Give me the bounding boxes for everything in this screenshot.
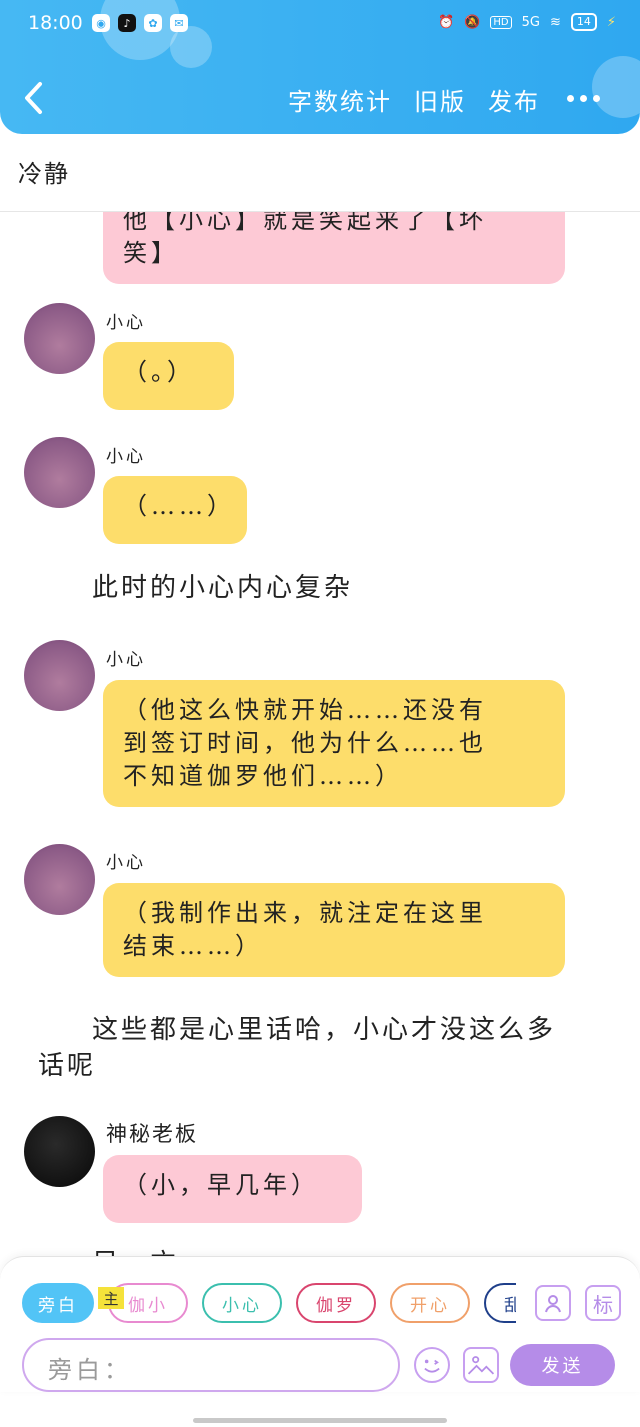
sender-name: 小心 [106, 853, 146, 873]
sender-name: 小心 [106, 313, 146, 333]
role-chip[interactable]: 小心 [202, 1283, 282, 1323]
avatar[interactable] [24, 303, 95, 374]
mail-icon: ✉ [170, 14, 188, 32]
main-role-tag: 主 [98, 1287, 124, 1309]
decor-bubble [592, 56, 640, 118]
avatar[interactable] [24, 437, 95, 508]
message-bubble[interactable]: （。） [103, 342, 234, 410]
message-bubble[interactable]: （我制作出来，就注定在这里 结束……） [103, 883, 565, 977]
narration-text[interactable]: 此时的小心内心复杂 [92, 570, 353, 606]
role-chip[interactable]: 乱 [484, 1283, 516, 1323]
story-title[interactable]: 冷静 [18, 154, 70, 189]
image-icon[interactable] [463, 1347, 499, 1383]
alarm-icon: ⏰ [437, 14, 455, 30]
tiktok-icon: ♪ [118, 14, 136, 32]
message-bubble[interactable]: （他这么快就开始……还没有 到签订时间，他为什么……也 不知道伽罗他们……） [103, 680, 565, 807]
back-icon[interactable] [22, 80, 46, 116]
status-bar: 18:00 ◉ ♪ ✿ ✉ ⏰ 🔕 HD 5G ≋ 14 ⚡ [0, 0, 640, 48]
title-row [0, 134, 640, 212]
mark-button[interactable]: 标 [585, 1285, 621, 1321]
message-bubble[interactable]: 他【小心】就是笑起来了【坏 笑】 [103, 212, 565, 284]
app-header: 18:00 ◉ ♪ ✿ ✉ ⏰ 🔕 HD 5G ≋ 14 ⚡ 字数统计 旧版 发… [0, 0, 640, 134]
word-count-button[interactable]: 字数统计 [288, 82, 392, 117]
avatar[interactable] [24, 1116, 95, 1187]
user-card-icon[interactable] [535, 1285, 571, 1321]
avatar[interactable] [24, 844, 95, 915]
battery-indicator: 14 [570, 13, 597, 31]
sender-name: 小心 [106, 447, 146, 467]
header-actions: 字数统计 旧版 发布 [288, 82, 540, 117]
chat-area[interactable]: 他【小心】就是笑起来了【坏 笑】 小心 （。） 小心 （……） 此时的小心内心复… [0, 212, 640, 1258]
status-time: 18:00 [28, 12, 83, 34]
hd-icon: HD [490, 15, 512, 29]
sender-name: 小心 [106, 650, 146, 670]
role-chip[interactable]: 开心 [390, 1283, 470, 1323]
message-bubble[interactable]: （小，早几年） [103, 1155, 362, 1223]
notification-icons: ◉ ♪ ✿ ✉ [92, 14, 188, 32]
avatar[interactable] [24, 640, 95, 711]
message-input[interactable]: 旁白： [22, 1338, 400, 1392]
message-bubble[interactable]: （……） [103, 476, 247, 544]
home-indicator[interactable] [193, 1418, 447, 1423]
role-chip[interactable]: 伽罗 [296, 1283, 376, 1323]
status-right: ⏰ 🔕 HD 5G ≋ 14 ⚡ [438, 13, 616, 31]
more-options-icon[interactable] [567, 95, 600, 102]
role-selector[interactable]: 旁白 伽小 小心 伽罗 开心 乱 [22, 1283, 516, 1325]
emoji-icon[interactable] [414, 1347, 450, 1383]
old-version-button[interactable]: 旧版 [414, 82, 466, 117]
publish-button[interactable]: 发布 [488, 82, 540, 117]
charging-icon: ⚡ [606, 14, 616, 30]
network-label: 5G [521, 14, 540, 30]
sender-name: 神秘老板 [106, 1122, 198, 1146]
compass-icon: ◉ [92, 14, 110, 32]
mute-icon: 🔕 [464, 14, 481, 30]
baidu-icon: ✿ [144, 14, 162, 32]
wifi-icon: ≋ [549, 14, 561, 30]
send-button[interactable]: 发送 [510, 1344, 615, 1386]
role-chip[interactable]: 旁白 [22, 1283, 94, 1323]
narration-text[interactable]: 这些都是心里话哈，小心才没这么多 话呢 [38, 1012, 608, 1084]
